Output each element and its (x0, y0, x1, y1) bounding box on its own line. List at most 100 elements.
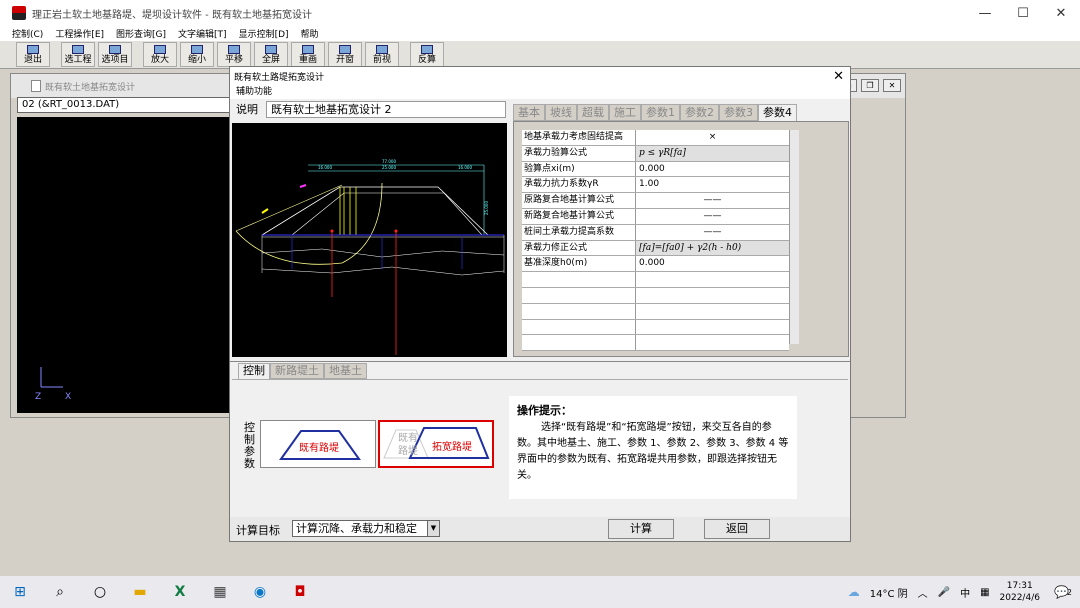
clock[interactable]: 17:31 2022/4/6 (1000, 580, 1040, 604)
table-row[interactable]: 地基承载力考虑固结提高 × (522, 130, 789, 146)
open-window-button[interactable]: 开窗 (328, 42, 362, 67)
cad-dim-label: 16.000 (458, 165, 472, 170)
table-row (522, 335, 789, 352)
table-row (522, 287, 789, 304)
return-button[interactable]: 返回 (704, 519, 770, 539)
front-view-button[interactable]: 前视 (365, 42, 399, 67)
calc-target-select[interactable]: 计算沉降、承载力和稳定 ▼ (292, 520, 440, 537)
table-row[interactable]: 承载力抗力系数γR 1.00 (522, 177, 789, 194)
menu-project[interactable]: 工程操作[E] (55, 27, 104, 40)
param-tabs: 基本 坡线 超载 施工 参数1 参数2 参数3 参数4 (513, 104, 797, 121)
app-icon[interactable]: ▦ (200, 576, 240, 608)
zoom-out-icon (191, 45, 203, 54)
minimize-button[interactable]: — (966, 0, 1004, 26)
dialog-menu-aux[interactable]: 辅助功能 (230, 85, 850, 99)
zoom-in-button[interactable]: 放大 (143, 42, 177, 67)
chevron-down-icon[interactable]: ▼ (427, 521, 439, 536)
tab-param3[interactable]: 参数3 (719, 104, 758, 121)
microphone-icon[interactable]: 🎤 (938, 587, 950, 598)
table-row[interactable]: 桩间土承载力提高系数 —— (522, 224, 789, 241)
cad-preview[interactable]: 77.000 16.000 25.000 16.000 25.000 (232, 123, 507, 357)
fullscreen-icon (265, 45, 277, 54)
fullscreen-button[interactable]: 全屏 (254, 42, 288, 67)
select-project-button[interactable]: 选工程 (61, 42, 95, 67)
close-button[interactable]: ✕ (1042, 0, 1080, 26)
weather-text[interactable]: 14°C 阴 (870, 585, 908, 600)
cad-dim-label: 77.000 (382, 159, 396, 164)
tab-construction[interactable]: 施工 (609, 104, 641, 121)
edge-icon[interactable]: ◉ (240, 576, 280, 608)
zoom-out-button[interactable]: 缩小 (180, 42, 214, 67)
menu-display[interactable]: 显示控制[D] (239, 27, 289, 40)
excel-icon[interactable]: X (160, 576, 200, 608)
taskbar: ⊞ ⌕ ○ ▬ X ▦ ◉ ◘ ☁ 14°C 阴 ︿ 🎤 中 ▦ 17:31 2… (0, 576, 1080, 608)
tip-body: 选择“既有路堤”和“拓宽路堤”按钮，来交互各自的参数。其中地基土、施工、参数 1… (517, 422, 789, 481)
table-row[interactable]: 新路复合地基计算公式 —— (522, 208, 789, 225)
table-row[interactable]: 承载力验算公式 p ≤ γR[fa] (522, 145, 789, 162)
menu-bar: 控制(C) 工程操作[E] 图形查询[G] 文字编辑[T] 显示控制[D] 帮助 (0, 26, 1080, 41)
table-row[interactable]: 原路复合地基计算公式 —— (522, 193, 789, 209)
tab-basic[interactable]: 基本 (513, 104, 545, 121)
maximize-button[interactable]: ☐ (1004, 0, 1042, 26)
file-explorer-icon[interactable]: ▬ (120, 576, 160, 608)
ghost-existing-label: 既有路堤 (398, 433, 418, 457)
task-view-icon[interactable]: ○ (80, 576, 120, 608)
table-row (522, 272, 789, 288)
tab-param4[interactable]: 参数4 (758, 104, 797, 121)
control-panel: 控制参数 既有路堤 既有路堤 拓宽路堤 操作提示： 选择“既有路堤”和“拓宽路堤… (232, 379, 848, 515)
calc-target-label: 计算目标 (236, 524, 280, 537)
menu-control[interactable]: 控制(C) (12, 27, 43, 40)
widen-embankment-button[interactable]: 既有路堤 拓宽路堤 (378, 420, 494, 468)
tab-slope[interactable]: 坡线 (545, 104, 577, 121)
dialog-title: 既有软土路堤拓宽设计 (234, 72, 325, 83)
back-calc-button[interactable]: 反算 (410, 42, 444, 67)
file-name-box[interactable]: 02 (&RT_0013.DAT) (17, 97, 231, 113)
tab-overload[interactable]: 超载 (577, 104, 609, 121)
keyboard-icon[interactable]: ▦ (980, 587, 989, 598)
axis-z-label: Z (35, 392, 41, 402)
zoom-in-icon (154, 45, 166, 54)
existing-embankment-button[interactable]: 既有路堤 (260, 420, 376, 468)
child-title: 既有软土地基拓宽设计 (45, 82, 136, 93)
toolbar: 退出 选工程 选项目 放大 缩小 平移 全屏 重画 开窗 前视 反算 (0, 41, 1080, 69)
tab-foundation-soil[interactable]: 地基土 (324, 363, 367, 379)
tab-param1[interactable]: 参数1 (641, 104, 680, 121)
grid-scrollbar[interactable] (789, 130, 799, 344)
app-logo-icon (12, 6, 26, 20)
tab-param2[interactable]: 参数2 (680, 104, 719, 121)
description-input[interactable]: 既有软土地基拓宽设计 2 (266, 101, 506, 118)
search-icon[interactable]: ⌕ (40, 576, 80, 608)
tab-control[interactable]: 控制 (238, 363, 270, 379)
pan-button[interactable]: 平移 (217, 42, 251, 67)
control-params-label: 控制参数 (244, 421, 255, 470)
tip-title: 操作提示： (517, 404, 572, 417)
menu-graphics[interactable]: 图形查询[G] (116, 27, 166, 40)
table-row[interactable]: 验算点xi(m) 0.000 (522, 161, 789, 178)
redraw-icon (302, 45, 314, 54)
lizheng-app-icon[interactable]: ◘ (280, 576, 320, 608)
project-icon (72, 45, 84, 54)
table-row[interactable]: 承载力修正公式 [fa]=[fa0] + γ2(h - h0) (522, 240, 789, 257)
select-item-button[interactable]: 选项目 (98, 42, 132, 67)
title-bar: 理正岩土软土地基路堤、堤坝设计软件 - 既有软土地基拓宽设计 — ☐ ✕ (0, 0, 1080, 26)
ime-indicator[interactable]: 中 (960, 585, 970, 600)
menu-text[interactable]: 文字编辑[T] (178, 27, 227, 40)
tab-new-fill[interactable]: 新路堤土 (270, 363, 324, 379)
menu-help[interactable]: 帮助 (301, 27, 319, 40)
exit-button[interactable]: 退出 (16, 42, 50, 67)
child-drawing-canvas[interactable]: Z X (17, 117, 231, 413)
dialog-close-icon[interactable]: ✕ (833, 69, 844, 84)
windows-start-icon[interactable]: ⊞ (0, 576, 40, 608)
bottom-tabs: 控制 新路堤土 地基土 (238, 363, 367, 379)
redraw-button[interactable]: 重画 (291, 42, 325, 67)
date: 2022/4/6 (999, 593, 1040, 603)
table-row[interactable]: 基准深度h0(m) 0.000 (522, 256, 789, 273)
axis-indicator: Z X (35, 367, 71, 402)
cad-dim-label: 16.000 (318, 165, 332, 170)
child-close-button[interactable]: ✕ (883, 79, 901, 92)
chevron-up-icon[interactable]: ︿ (918, 585, 928, 600)
document-icon (31, 80, 41, 92)
child-restore-button[interactable]: ❐ (861, 79, 879, 92)
existing-embankment-label: 既有路堤 (299, 443, 339, 454)
calculate-button[interactable]: 计算 (608, 519, 674, 539)
